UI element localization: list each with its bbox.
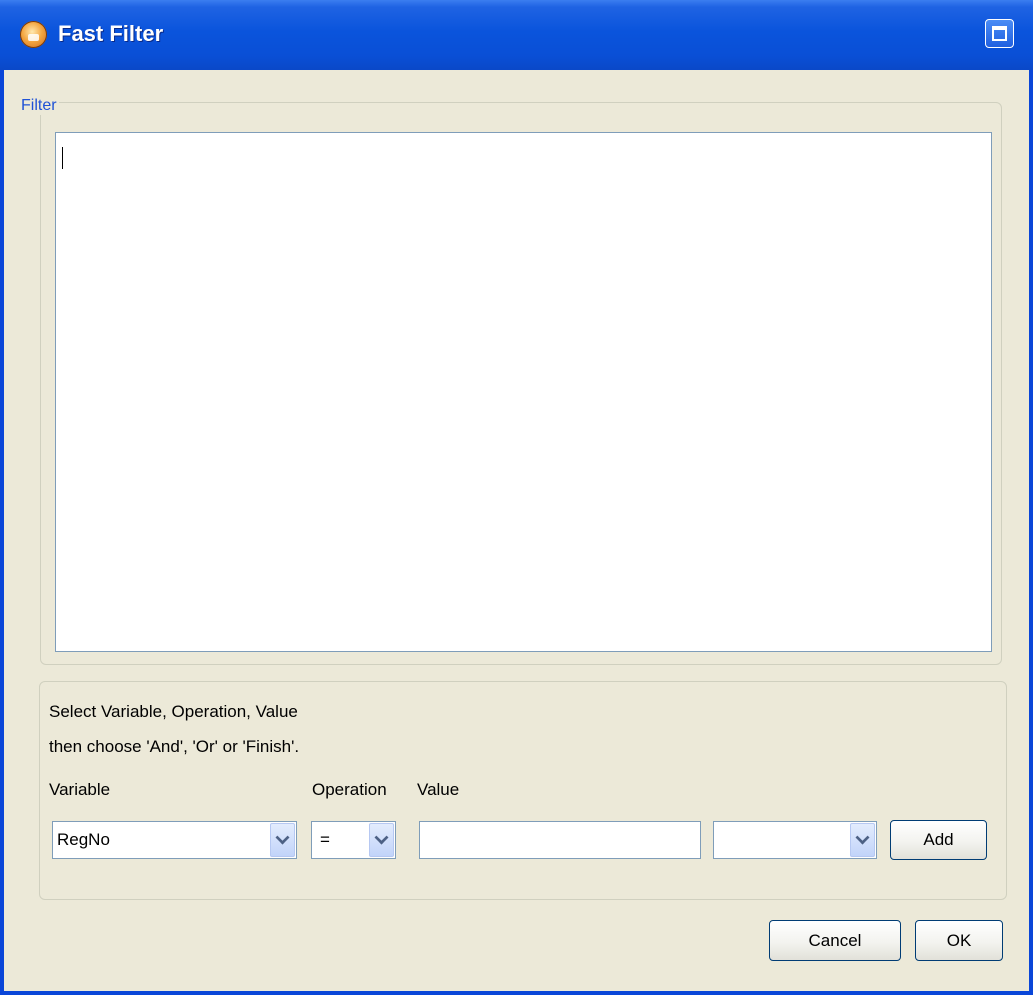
maximize-button[interactable] [985,19,1014,48]
value-combobox[interactable] [713,821,877,859]
instruction-line-1: Select Variable, Operation, Value [49,702,298,721]
variable-selected-value: RegNo [57,830,110,849]
filter-group-label: Filter [19,97,59,115]
add-button[interactable]: Add [890,820,987,860]
window-title: Fast Filter [58,21,164,46]
add-button-label: Add [923,830,954,849]
instruction-line-2: then choose 'And', 'Or' or 'Finish'. [49,737,300,756]
dropdown-arrow-icon[interactable] [270,823,295,857]
dropdown-arrow-icon[interactable] [850,823,875,857]
cancel-button[interactable]: Cancel [769,920,901,961]
variable-combobox[interactable]: RegNo [52,821,297,859]
ok-button[interactable]: OK [915,920,1003,961]
dropdown-arrow-icon[interactable] [369,823,394,857]
ok-button-label: OK [946,931,972,950]
value-label: Value [417,780,460,799]
filter-expression-textarea[interactable] [55,132,992,652]
cancel-button-label: Cancel [808,931,862,950]
operation-combobox[interactable]: = [311,821,396,859]
fast-filter-dialog: Fast Filter Filter Select Variable, Oper… [0,0,1033,995]
app-icon [20,21,47,48]
title-bar[interactable]: Fast Filter [0,0,1033,70]
maximize-icon [992,26,1007,41]
operation-label: Operation [312,780,387,799]
variable-label: Variable [49,780,111,799]
dialog-client-area: Filter Select Variable, Operation, Value… [4,70,1029,991]
operation-selected-value: = [320,830,330,849]
text-cursor [62,147,63,169]
value-input[interactable] [419,821,701,859]
